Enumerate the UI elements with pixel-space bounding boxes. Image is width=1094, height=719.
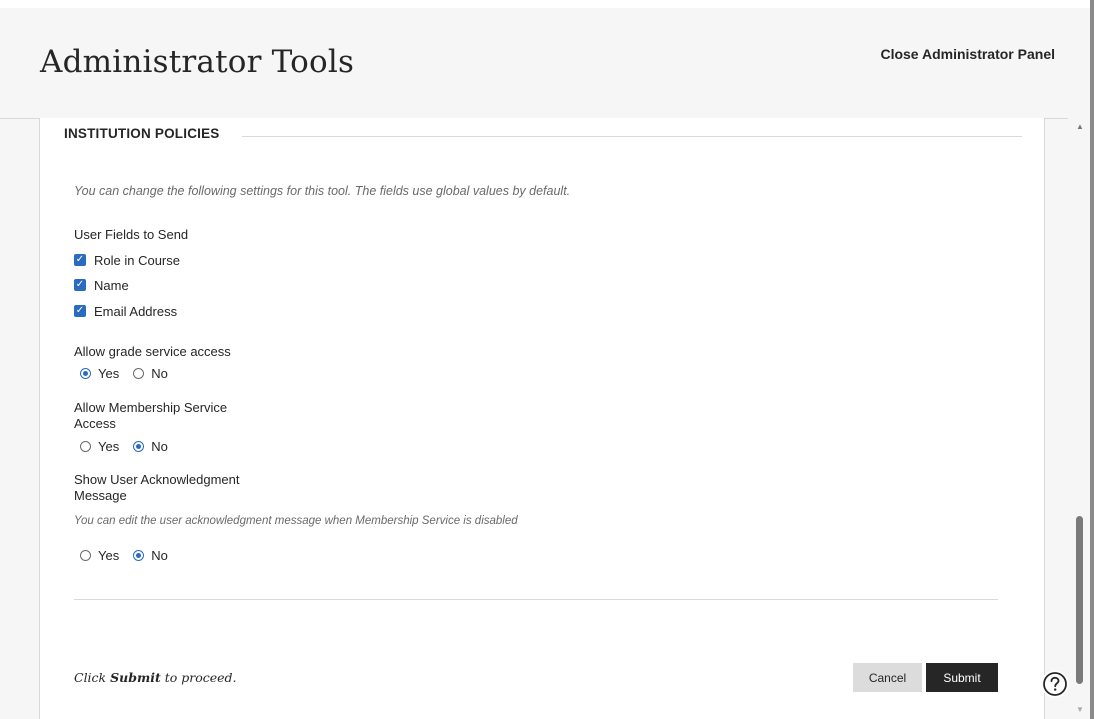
acknowledgment-label: Show User Acknowledgment [74, 472, 240, 487]
help-icon [1043, 672, 1067, 696]
radio-label: No [151, 365, 168, 381]
help-button[interactable] [1041, 670, 1069, 698]
submit-button[interactable]: Submit [926, 663, 998, 692]
intro-text: You can change the following settings fo… [74, 184, 571, 198]
grade-service-radio-group: Yes No [80, 364, 182, 382]
scrollbar-thumb[interactable] [1076, 516, 1083, 684]
radio-label: Yes [98, 438, 120, 454]
acknowledgment-no-option[interactable]: No [133, 548, 168, 563]
membership-service-label-cont: Access [74, 416, 116, 431]
membership-service-no-option[interactable]: No [133, 439, 168, 454]
top-strip [0, 0, 1090, 8]
checkbox-label: Email Address [94, 303, 178, 319]
window-edge-scrollbar [1090, 0, 1094, 719]
radio-selected-icon [133, 549, 145, 561]
acknowledgment-hint: You can edit the user acknowledgment mes… [74, 515, 518, 527]
acknowledgment-radio-group: Yes No [80, 546, 182, 564]
grade-service-yes-option[interactable]: Yes [80, 366, 119, 381]
scroll-up-arrow-icon[interactable]: ▲ [1076, 122, 1084, 131]
checkbox-label: Role in Course [94, 252, 180, 268]
submit-hint-bold: Submit [110, 670, 161, 685]
section-title: INSTITUTION POLICIES [64, 126, 220, 141]
radio-selected-icon [133, 440, 145, 452]
radio-label: No [151, 438, 168, 454]
main-content: INSTITUTION POLICIES You can change the … [39, 118, 1045, 719]
submit-hint: Click Submit to proceed. [74, 670, 237, 685]
membership-service-label: Allow Membership Service [74, 400, 228, 415]
header: Administrator Tools Close Administrator … [0, 8, 1090, 119]
checkbox-label: Name [94, 277, 129, 293]
membership-service-radio-group: Yes No [80, 437, 182, 455]
legend-divider [242, 136, 1022, 137]
acknowledgment-label-cont: Message [74, 488, 127, 503]
radio-empty-icon [80, 440, 91, 452]
radio-label: No [151, 547, 168, 563]
radio-label: Yes [98, 547, 120, 563]
radio-empty-icon [133, 367, 145, 379]
radio-label: Yes [98, 365, 120, 381]
submit-hint-suffix: to proceed. [160, 670, 237, 685]
close-admin-panel-link[interactable]: Close Administrator Panel [880, 46, 1055, 62]
radio-empty-icon [80, 549, 91, 561]
submit-hint-prefix: Click [74, 670, 111, 685]
checkbox-name[interactable]: ✓ Name [74, 276, 129, 294]
checkmark-icon: ✓ [74, 279, 86, 291]
checkbox-role-in-course[interactable]: ✓ Role in Course [74, 251, 180, 269]
user-fields-label: User Fields to Send [74, 227, 189, 242]
section-legend: INSTITUTION POLICIES [64, 124, 1022, 144]
form-divider [74, 599, 998, 600]
grade-service-no-option[interactable]: No [133, 366, 168, 381]
checkmark-icon: ✓ [74, 305, 86, 317]
acknowledgment-yes-option[interactable]: Yes [80, 548, 119, 563]
radio-selected-icon [80, 367, 91, 379]
checkbox-email-address[interactable]: ✓ Email Address [74, 302, 177, 320]
page-title: Administrator Tools [40, 44, 355, 80]
checkmark-icon: ✓ [74, 254, 86, 266]
cancel-button[interactable]: Cancel [853, 663, 922, 692]
scroll-down-arrow-icon[interactable]: ▼ [1076, 705, 1084, 714]
grade-service-label: Allow grade service access [74, 344, 231, 359]
membership-service-yes-option[interactable]: Yes [80, 439, 119, 454]
